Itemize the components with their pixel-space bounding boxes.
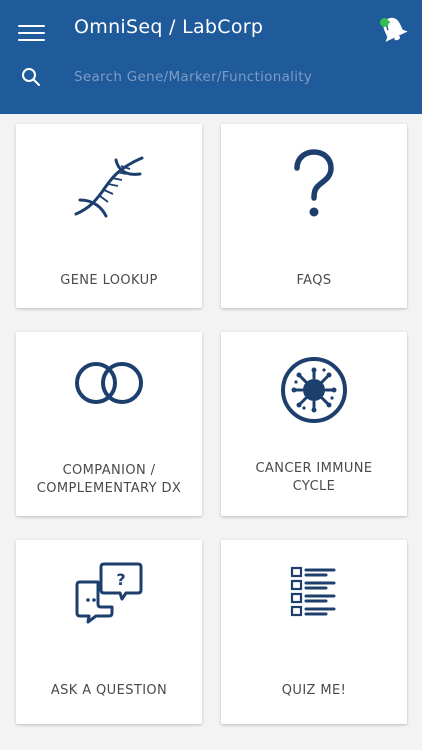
companion-dx-label-line2: COMPLEMENTARY DX	[36, 481, 182, 496]
dna-icon	[74, 156, 144, 218]
bell-icon	[383, 17, 408, 42]
search-icon[interactable]	[21, 67, 41, 87]
cancer-immune-cycle-label-line2: CYCLE	[292, 479, 336, 494]
quiz-me-tile[interactable]: QUIZ ME!	[221, 540, 407, 724]
app-title: OmniSeq / LabCorp	[74, 16, 264, 38]
search-input[interactable]	[74, 64, 394, 90]
companion-dx-label-line1: COMPANION /	[62, 463, 156, 478]
cancer-immune-cycle-tile[interactable]: CANCER IMMUNE CYCLE	[221, 332, 407, 516]
checklist-icon	[290, 566, 336, 617]
quiz-me-label: QUIZ ME!	[281, 683, 347, 698]
virus-cell-icon	[281, 357, 347, 423]
hamburger-menu-icon[interactable]	[18, 23, 46, 43]
ask-a-question-label: ASK A QUESTION	[50, 683, 168, 698]
faqs-label: FAQS	[296, 273, 332, 288]
svg-text:?: ?	[116, 570, 125, 589]
question-mark-icon	[294, 149, 334, 217]
notification-status-dot	[380, 18, 389, 27]
ask-a-question-tile[interactable]: ? ASK A QUESTION	[16, 540, 202, 724]
linked-rings-icon	[75, 362, 143, 404]
gene-lookup-tile[interactable]: GENE LOOKUP	[16, 124, 202, 308]
gene-lookup-label: GENE LOOKUP	[60, 273, 158, 288]
notification-button[interactable]	[375, 14, 409, 44]
chat-bubbles-icon: ?	[75, 562, 143, 624]
faqs-tile[interactable]: FAQS	[221, 124, 407, 308]
cancer-immune-cycle-label-line1: CANCER IMMUNE	[255, 461, 373, 476]
app-header: OmniSeq / LabCorp	[0, 0, 422, 114]
companion-dx-tile[interactable]: COMPANION / COMPLEMENTARY DX	[16, 332, 202, 516]
